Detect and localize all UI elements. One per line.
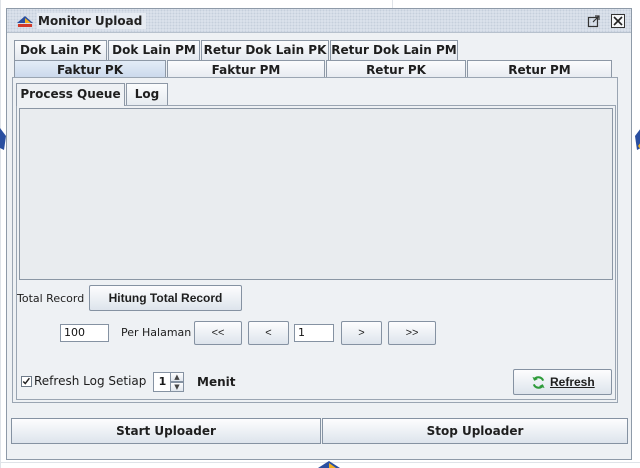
monitor-upload-window: Monitor Upload Dok Lain PK Dok Lain PM R… [6,8,632,460]
stop-uploader-button[interactable]: Stop Uploader [322,418,628,444]
background-gridline [392,0,393,8]
spinner-down-button[interactable]: ▼ [170,382,184,392]
background-shape [635,129,640,150]
spinner-up-button[interactable]: ▲ [170,372,184,382]
process-queue-list[interactable] [19,108,613,280]
refresh-log-checkbox[interactable] [21,376,32,387]
interval-unit-label: Menit [197,375,236,389]
page-number-input[interactable]: 1 [294,324,334,342]
next-page-button[interactable]: > [341,321,382,345]
first-page-button[interactable]: << [194,321,242,345]
tab-log[interactable]: Log [126,83,168,105]
faktur-pk-panel: Process Queue Log Total Record Hitung To… [12,77,618,403]
checkmark-icon [22,377,30,385]
tab-dok-lain-pk[interactable]: Dok Lain PK [14,40,107,60]
start-uploader-button[interactable]: Start Uploader [11,418,321,444]
prev-page-button[interactable]: < [248,321,289,345]
refresh-log-label: Refresh Log Setiap [34,374,147,388]
total-record-label: Total Record [17,292,85,305]
tab-dok-lain-pm[interactable]: Dok Lain PM [108,40,200,60]
per-page-label: Per Halaman [121,326,192,339]
tab-process-queue[interactable]: Process Queue [16,83,125,106]
background-gridline [0,0,1,468]
last-page-button[interactable]: >> [388,321,436,345]
process-queue-panel: Total Record Hitung Total Record 100 Per… [16,105,616,400]
tab-retur-dok-lain-pk[interactable]: Retur Dok Lain PK [201,40,329,60]
page-size-input[interactable]: 100 [60,324,109,342]
refresh-icon [532,376,545,389]
background-shape [318,461,340,468]
taxpayer-app-icon [17,16,33,27]
refresh-interval-spinner[interactable]: 1 [153,372,171,392]
refresh-button[interactable]: Refresh [513,369,612,395]
refresh-button-label: Refresh [550,375,595,389]
window-title: Monitor Upload [37,13,147,29]
restore-icon[interactable] [587,14,601,28]
close-icon[interactable] [611,14,625,28]
tab-retur-dok-lain-pm[interactable]: Retur Dok Lain PM [330,40,458,60]
count-total-record-button[interactable]: Hitung Total Record [89,285,242,311]
title-bar[interactable]: Monitor Upload [7,9,631,33]
